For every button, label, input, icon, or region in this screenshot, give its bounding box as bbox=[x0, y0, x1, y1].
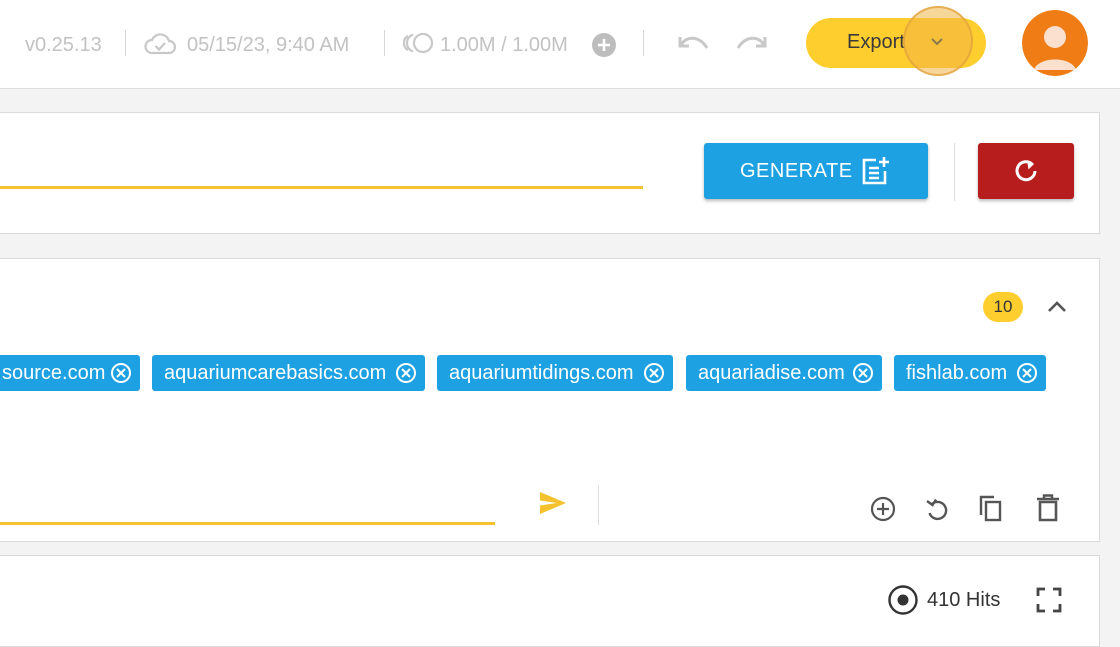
post-add-icon bbox=[862, 157, 889, 185]
export-button[interactable]: Export bbox=[806, 6, 986, 76]
remove-chip-icon[interactable] bbox=[110, 362, 132, 384]
hits-count: 410 Hits bbox=[927, 589, 1001, 611]
domain-chip: aquariumcarebasics.com bbox=[152, 355, 425, 391]
chip-label: aquariumtidings.com bbox=[449, 362, 634, 384]
reset-button[interactable] bbox=[978, 143, 1074, 199]
prompt-input-underline[interactable] bbox=[0, 186, 643, 189]
domains-panel: 10 source.com aquariumcarebasics.com aqu… bbox=[0, 258, 1100, 542]
add-circle-outline-icon[interactable] bbox=[869, 495, 897, 523]
domain-count-badge: 10 bbox=[983, 292, 1023, 322]
fullscreen-icon[interactable] bbox=[1036, 587, 1062, 613]
add-circle-icon[interactable] bbox=[591, 32, 617, 58]
target-icon bbox=[888, 585, 918, 615]
divider bbox=[598, 485, 599, 525]
domain-chip: fishlab.com bbox=[894, 355, 1046, 391]
export-label: Export bbox=[847, 31, 905, 53]
chevron-down-icon[interactable] bbox=[930, 37, 944, 47]
results-panel: 410 Hits bbox=[0, 555, 1100, 647]
chip-label: aquariumcarebasics.com bbox=[164, 362, 387, 384]
restore-icon[interactable] bbox=[923, 495, 951, 523]
version-label: v0.25.13 bbox=[25, 34, 102, 56]
divider bbox=[125, 30, 126, 56]
chip-label: source.com bbox=[2, 362, 106, 384]
sync-timestamp: 05/15/23, 9:40 AM bbox=[187, 34, 350, 56]
send-icon[interactable] bbox=[538, 490, 568, 516]
remove-chip-icon[interactable] bbox=[1016, 362, 1038, 384]
divider bbox=[954, 143, 955, 201]
credits-counter: 1.00M / 1.00M bbox=[440, 34, 568, 56]
remove-chip-icon[interactable] bbox=[643, 362, 665, 384]
domain-chip: aquariadise.com bbox=[686, 355, 882, 391]
domain-chip: aquariumtidings.com bbox=[437, 355, 673, 391]
chip-label: aquariadise.com bbox=[698, 362, 845, 384]
avatar-graphic bbox=[1022, 10, 1088, 76]
remove-chip-icon[interactable] bbox=[395, 362, 417, 384]
user-avatar-icon[interactable] bbox=[1022, 10, 1088, 76]
chevron-up-icon[interactable] bbox=[1046, 299, 1068, 315]
remove-chip-icon[interactable] bbox=[852, 362, 874, 384]
delete-icon[interactable] bbox=[1034, 493, 1062, 523]
top-bar: v0.25.13 05/15/23, 9:40 AM 1.00M / 1.00M… bbox=[0, 0, 1120, 89]
copy-icon[interactable] bbox=[976, 493, 1004, 523]
credits-icon bbox=[403, 32, 434, 54]
domain-chip: source.com bbox=[0, 355, 140, 391]
redo-icon[interactable] bbox=[734, 30, 770, 56]
generate-button[interactable]: GENERATE bbox=[704, 143, 928, 199]
chip-label: fishlab.com bbox=[906, 362, 1008, 384]
refresh-icon bbox=[1015, 160, 1037, 182]
undo-icon[interactable] bbox=[675, 30, 711, 56]
divider bbox=[643, 30, 644, 56]
cloud-done-icon bbox=[144, 33, 176, 55]
domain-input-underline[interactable] bbox=[0, 522, 495, 525]
divider bbox=[384, 30, 385, 56]
generate-panel: GENERATE bbox=[0, 112, 1100, 234]
generate-label: GENERATE bbox=[740, 160, 853, 182]
